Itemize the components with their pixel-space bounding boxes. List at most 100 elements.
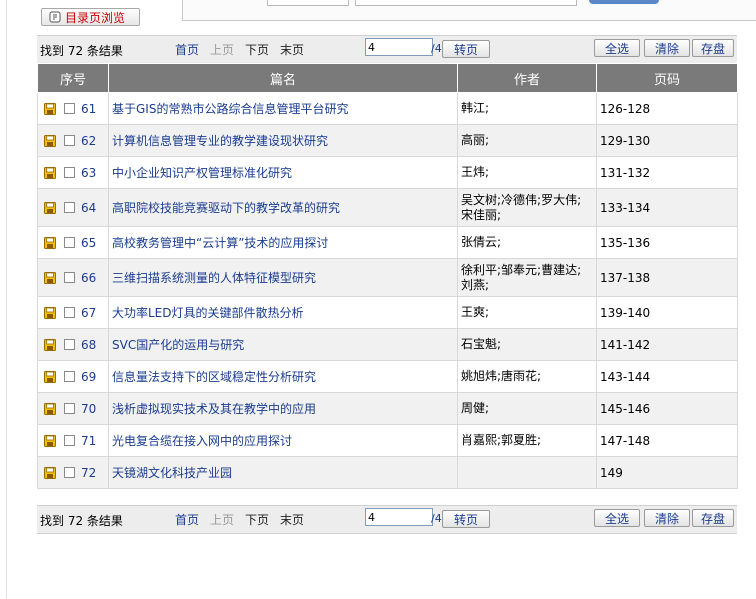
title-cell: 信息量法支持下的区域稳定性分析研究 <box>108 360 458 393</box>
row-checkbox[interactable] <box>64 435 75 447</box>
table-row: 67 大功率LED灯具的关键部件散热分析 王爽; 139-140 <box>37 296 738 329</box>
clear-button[interactable]: 清除 <box>644 39 690 57</box>
column-header-pages: 页码 <box>596 63 738 93</box>
seq-cell: 72 <box>37 456 109 489</box>
floppy-save-icon[interactable] <box>44 271 56 284</box>
pages-cell: 135-136 <box>596 226 738 259</box>
row-checkbox[interactable] <box>64 135 75 147</box>
author-cell: 王炜; <box>457 156 597 189</box>
author-cell: 肖嘉熙;郭夏胜; <box>457 424 597 457</box>
author-cell: 吴文树;冷德伟;罗大伟;宋佳丽; <box>457 188 597 227</box>
floppy-save-icon[interactable] <box>44 306 56 319</box>
row-number: 71 <box>81 433 97 448</box>
table-row: 66 三维扫描系统测量的人体特征模型研究 徐利平;邹奉元;曹建达;刘燕; 137-13… <box>37 258 738 297</box>
pages-cell: 129-130 <box>596 124 738 157</box>
row-checkbox[interactable] <box>64 307 75 319</box>
title-cell: 基于GIS的常熟市公路综合信息管理平台研究 <box>108 92 458 125</box>
column-header-seq: 序号 <box>37 63 109 93</box>
clear-button[interactable]: 清除 <box>644 509 690 527</box>
article-title-link[interactable]: 三维扫描系统测量的人体特征模型研究 <box>112 271 316 285</box>
last-page-link[interactable]: 末页 <box>280 511 304 528</box>
article-title-link[interactable]: 天镜湖文化科技产业园 <box>112 466 232 480</box>
floppy-save-icon[interactable] <box>44 434 56 447</box>
author-cell: 王爽; <box>457 296 597 329</box>
floppy-save-icon[interactable] <box>44 466 56 479</box>
pages-cell: 145-146 <box>596 392 738 425</box>
floppy-save-icon[interactable] <box>44 370 56 383</box>
select-all-button[interactable]: 全选 <box>594 509 640 527</box>
next-page-link[interactable]: 下页 <box>245 41 269 58</box>
floppy-save-icon[interactable] <box>44 402 56 415</box>
save-button[interactable]: 存盘 <box>692 509 734 527</box>
title-cell: 高校教务管理中“云计算”技术的应用探讨 <box>108 226 458 259</box>
article-title-link[interactable]: 基于GIS的常熟市公路综合信息管理平台研究 <box>112 102 348 116</box>
table-row: 62 计算机信息管理专业的教学建设现状研究 高丽; 129-130 <box>37 124 738 157</box>
author-cell: 徐利平;邹奉元;曹建达;刘燕; <box>457 258 597 297</box>
go-page-button[interactable]: 转页 <box>442 510 490 528</box>
author-cell: 韩江; <box>457 92 597 125</box>
author-cell: 高丽; <box>457 124 597 157</box>
article-title-link[interactable]: 高校教务管理中“云计算”技术的应用探讨 <box>112 236 328 250</box>
catalog-browse-label: 目录页浏览 <box>65 10 126 25</box>
row-checkbox[interactable] <box>64 237 75 249</box>
title-cell: 光电复合缆在接入网中的应用探讨 <box>108 424 458 457</box>
search-input-stub[interactable] <box>355 0 577 6</box>
pages-cell: 139-140 <box>596 296 738 329</box>
row-checkbox[interactable] <box>64 371 75 383</box>
first-page-link[interactable]: 首页 <box>175 511 199 528</box>
select-all-button[interactable]: 全选 <box>594 39 640 57</box>
seq-cell: 71 <box>37 424 109 457</box>
pages-cell: 126-128 <box>596 92 738 125</box>
row-checkbox[interactable] <box>64 403 75 415</box>
table-row: 71 光电复合缆在接入网中的应用探讨 肖嘉熙;郭夏胜; 147-148 <box>37 424 738 457</box>
prev-page-link: 上页 <box>210 513 235 527</box>
seq-cell: 68 <box>37 328 109 361</box>
results-table: 序号 篇名 作者 页码 61 基于GIS的常熟市公路综合信息管理平台研究 韩江; 12… <box>37 63 738 489</box>
table-row: 65 高校教务管理中“云计算”技术的应用探讨 张倩云; 135-136 <box>37 226 738 259</box>
row-checkbox[interactable] <box>64 467 75 479</box>
article-title-link[interactable]: 计算机信息管理专业的教学建设现状研究 <box>112 134 328 148</box>
article-title-link[interactable]: 浅析虚拟现实技术及其在教学中的应用 <box>112 402 316 416</box>
floppy-save-icon[interactable] <box>44 134 56 147</box>
catalog-browse-button[interactable]: 目录页浏览 <box>41 8 140 26</box>
seq-cell: 67 <box>37 296 109 329</box>
save-button[interactable]: 存盘 <box>692 39 734 57</box>
search-button-stub[interactable] <box>589 0 659 4</box>
row-checkbox[interactable] <box>64 272 75 284</box>
table-row: 68 SVC国产化的运用与研究 石宝魁; 141-142 <box>37 328 738 361</box>
article-title-link[interactable]: 光电复合缆在接入网中的应用探讨 <box>112 434 292 448</box>
floppy-save-icon[interactable] <box>44 102 56 115</box>
next-page-link[interactable]: 下页 <box>245 511 269 528</box>
seq-cell: 62 <box>37 124 109 157</box>
article-title-link[interactable]: 中小企业知识产权管理标准化研究 <box>112 166 292 180</box>
row-checkbox[interactable] <box>64 202 75 214</box>
page-icon <box>49 11 61 23</box>
pagination-toolbar-bottom: 找到 72 条结果 首页 上页 下页 末页 /4 转页 全选 清除 存盘 <box>37 505 737 534</box>
title-cell: SVC国产化的运用与研究 <box>108 328 458 361</box>
floppy-save-icon[interactable] <box>44 166 56 179</box>
page-number-input[interactable] <box>365 38 433 56</box>
row-number: 68 <box>81 337 97 352</box>
pages-cell: 137-138 <box>596 258 738 297</box>
page-number-input[interactable] <box>365 508 433 526</box>
first-page-link[interactable]: 首页 <box>175 41 199 58</box>
floppy-save-icon[interactable] <box>44 201 56 214</box>
seq-cell: 70 <box>37 392 109 425</box>
table-row: 61 基于GIS的常熟市公路综合信息管理平台研究 韩江; 126-128 <box>37 92 738 125</box>
go-page-button[interactable]: 转页 <box>442 40 490 58</box>
row-checkbox[interactable] <box>64 167 75 179</box>
row-checkbox[interactable] <box>64 339 75 351</box>
floppy-save-icon[interactable] <box>44 338 56 351</box>
search-field-stub[interactable] <box>267 0 349 6</box>
total-pages: /4 <box>431 42 442 55</box>
last-page-link[interactable]: 末页 <box>280 41 304 58</box>
floppy-save-icon[interactable] <box>44 236 56 249</box>
row-checkbox[interactable] <box>64 103 75 115</box>
article-title-link[interactable]: 大功率LED灯具的关键部件散热分析 <box>112 306 304 320</box>
article-title-link[interactable]: 信息量法支持下的区域稳定性分析研究 <box>112 370 316 384</box>
table-row: 70 浅析虚拟现实技术及其在教学中的应用 周健; 145-146 <box>37 392 738 425</box>
pages-cell: 133-134 <box>596 188 738 227</box>
article-title-link[interactable]: SVC国产化的运用与研究 <box>112 338 244 352</box>
article-title-link[interactable]: 高职院校技能竞赛驱动下的教学改革的研究 <box>112 201 340 215</box>
seq-cell: 61 <box>37 92 109 125</box>
